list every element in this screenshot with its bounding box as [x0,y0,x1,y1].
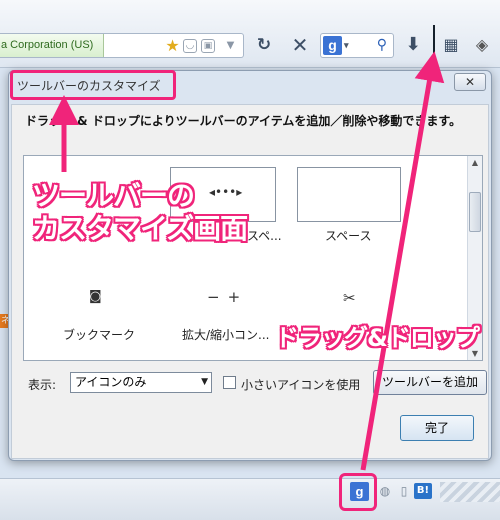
screen-annotation-line2: カスタマイズ画面 [32,212,248,245]
drag-drop-annotation: ドラッグ&ドロップ [275,324,480,352]
annotation-arrows [49,51,445,471]
